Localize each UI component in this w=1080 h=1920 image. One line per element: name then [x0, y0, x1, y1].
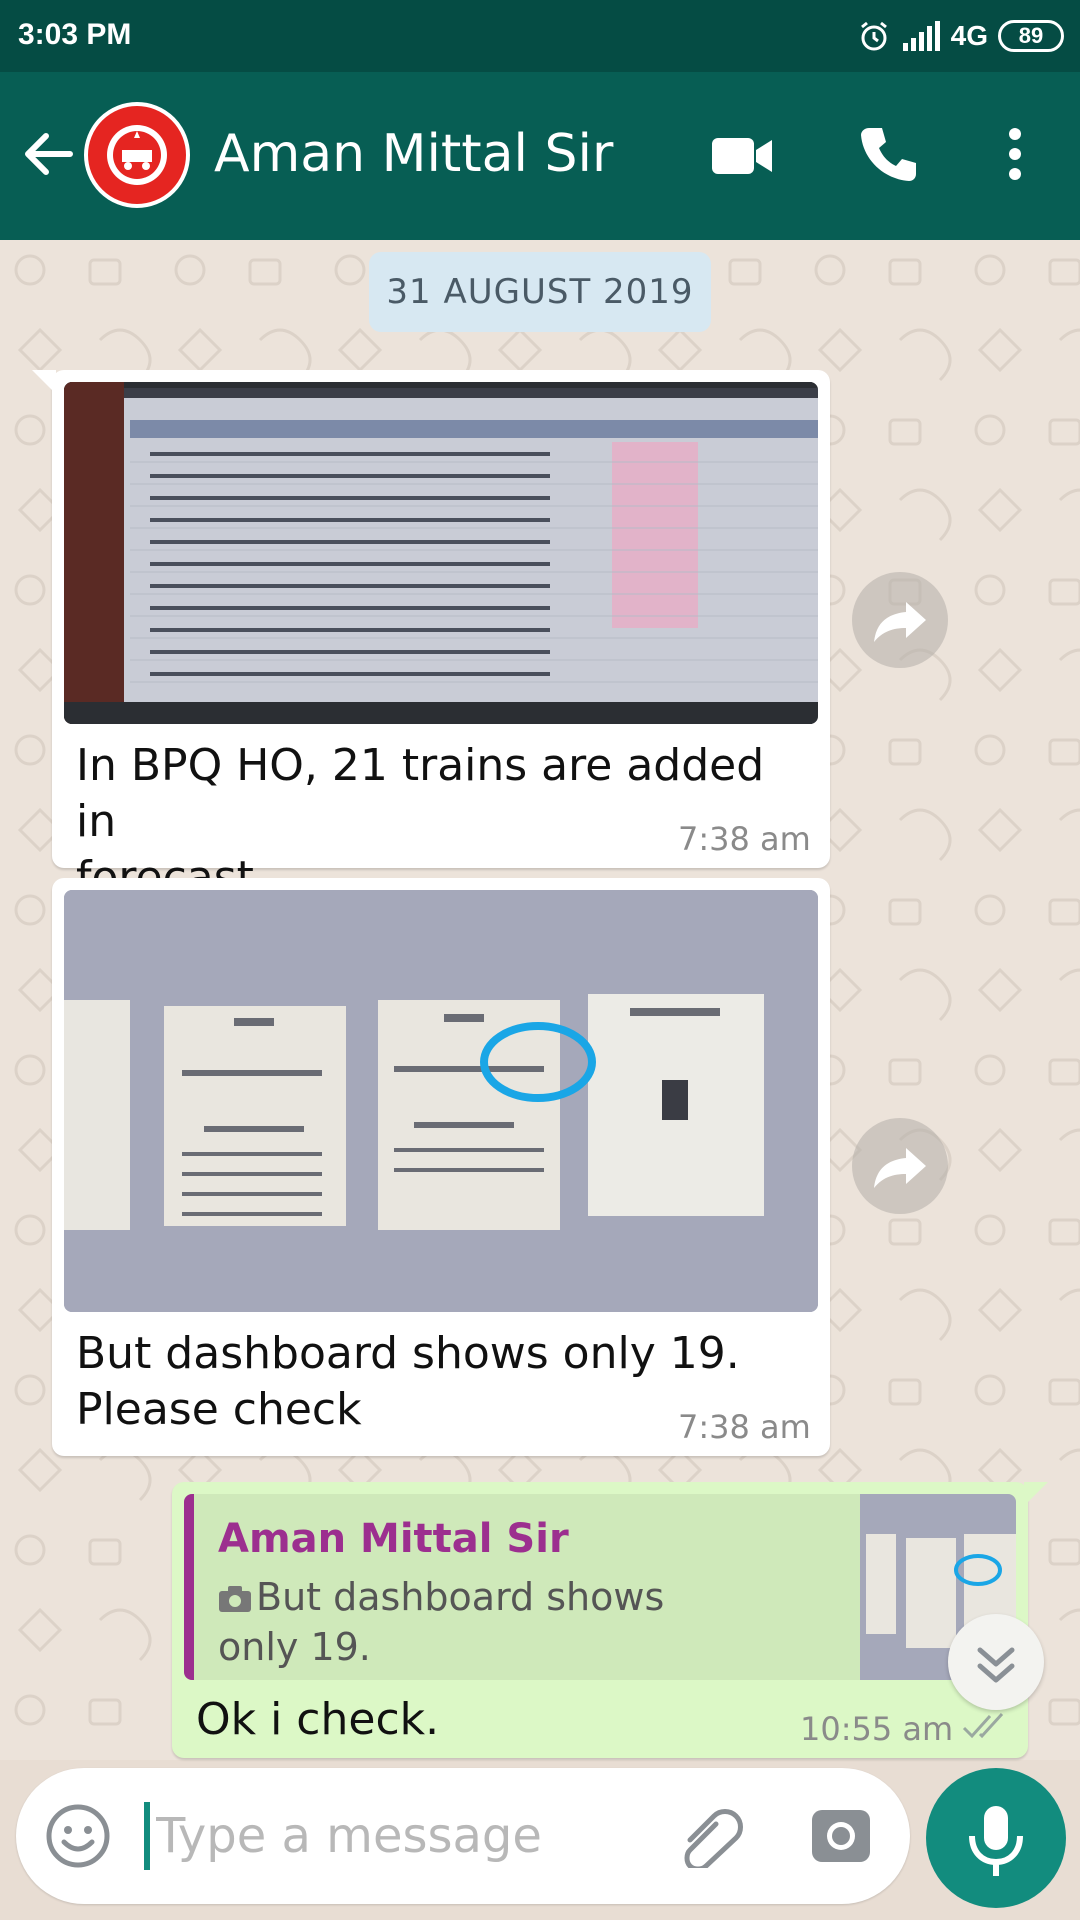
quoted-message[interactable]: Aman Mittal Sir But dashboard shows only… [184, 1494, 1016, 1680]
emoji-icon[interactable] [46, 1804, 110, 1868]
more-vert-icon[interactable] [1000, 124, 1030, 184]
back-arrow-icon[interactable] [20, 126, 76, 182]
photo-dashboard-screenshot [64, 890, 818, 1312]
quote-author: Aman Mittal Sir [218, 1516, 569, 1562]
incoming-image-message[interactable]: But dashboard shows only 19. Please chec… [52, 878, 830, 1456]
bubble-tail [32, 370, 56, 394]
outgoing-message[interactable]: Aman Mittal Sir But dashboard shows only… [172, 1482, 1028, 1758]
video-call-icon[interactable] [710, 128, 774, 184]
message-input[interactable] [156, 1796, 656, 1876]
message-time: 10:55 am [800, 1710, 954, 1748]
status-icons: 4G 89 [857, 16, 1064, 56]
message-text: Ok i check. [196, 1694, 440, 1745]
status-time: 3:03 PM [18, 18, 132, 51]
incoming-image-message[interactable]: In BPQ HO, 21 trains are added in foreca… [52, 370, 830, 903]
message-time: 7:38 am [678, 1408, 811, 1446]
scroll-to-bottom-button[interactable] [948, 1614, 1044, 1710]
double-check-icon [962, 1712, 1004, 1739]
text-cursor [144, 1802, 150, 1870]
message-time: 7:38 am [678, 820, 811, 858]
attach-icon[interactable] [676, 1804, 744, 1868]
forward-button[interactable] [852, 1118, 948, 1214]
chat-header: Aman Mittal Sir [0, 72, 1080, 240]
message-photo[interactable] [64, 890, 818, 1312]
battery-icon: 89 [998, 20, 1064, 52]
camera-icon[interactable] [810, 1806, 872, 1866]
indian-railways-logo [89, 107, 185, 203]
camera-small-icon [219, 1586, 251, 1612]
phone-icon[interactable] [858, 124, 918, 184]
photo-table-screenshot [64, 382, 818, 724]
message-composer [16, 1768, 910, 1904]
message-photo[interactable] [64, 382, 818, 724]
alarm-icon [860, 21, 887, 51]
double-chevron-down-icon [977, 1647, 1015, 1683]
signal-icon [902, 21, 940, 51]
contact-name[interactable]: Aman Mittal Sir [214, 124, 613, 184]
mic-icon [969, 1806, 1023, 1876]
date-divider: 31 AUGUST 2019 [369, 252, 711, 332]
network-type: 4G [950, 20, 988, 51]
voice-record-button[interactable] [926, 1768, 1066, 1908]
quote-accent-bar [184, 1494, 194, 1680]
status-bar: 3:03 PM 4G 89 [0, 0, 1080, 72]
forward-icon [874, 602, 926, 642]
quote-text: But dashboard shows only 19. Please chec… [218, 1575, 665, 1680]
contact-avatar[interactable] [84, 102, 190, 208]
forward-button[interactable] [852, 572, 948, 668]
forward-icon [874, 1148, 926, 1188]
bubble-tail [1024, 1482, 1048, 1506]
